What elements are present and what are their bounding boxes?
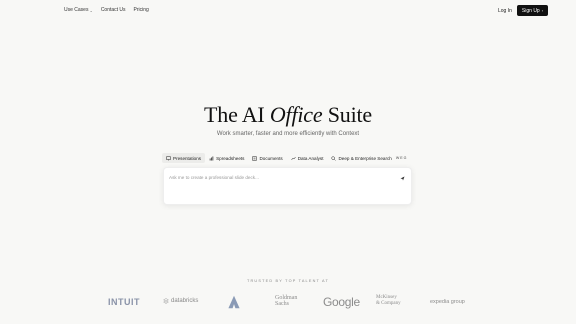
integration-badge: G (403, 156, 407, 160)
nav-links: Use Cases ⌄ Contact Us Pricing (64, 7, 149, 13)
tab-label: Documents (259, 155, 283, 161)
databricks-mark-icon (163, 298, 169, 304)
document-icon (252, 155, 257, 161)
nav-link-contact-us[interactable]: Contact Us (101, 7, 126, 13)
mckinsey-logo: McKinsey & Company (376, 295, 401, 307)
atlassian-mark-icon (228, 295, 240, 309)
nav-link-label: Use Cases (64, 7, 89, 13)
logo-strip: INTUIT databricks Goldman Sachs Google M… (100, 292, 476, 314)
databricks-logo: databricks (163, 298, 198, 304)
tab-presentations[interactable]: Presentations (162, 153, 206, 163)
tab-label: Presentations (173, 155, 202, 161)
hero-title-post: Suite (327, 102, 372, 127)
tab-data-analyst[interactable]: Data Analyst (287, 153, 328, 163)
presentation-icon (166, 156, 171, 161)
signup-button[interactable]: Sign Up › (517, 5, 548, 16)
tab-label: Spreadsheets (216, 155, 245, 161)
integration-badges: W E G (396, 156, 407, 160)
arrow-right-icon: › (541, 8, 544, 13)
databricks-wordmark: databricks (171, 298, 199, 304)
tab-deep-enterprise-search[interactable]: Deep & Enterprise Search W E G (327, 153, 410, 163)
search-icon (331, 155, 337, 161)
tab-spreadsheets[interactable]: Spreadsheets (205, 153, 248, 163)
expedia-group-logo: expedia group (430, 299, 465, 305)
send-icon (400, 168, 405, 186)
mode-tabs: Presentations Spreadsheets Documents Dat… (162, 153, 414, 163)
hero-title-italic: Office (269, 102, 323, 127)
intuit-logo: INTUIT (108, 297, 140, 307)
spreadsheet-icon (209, 156, 214, 161)
send-button[interactable] (398, 173, 406, 181)
trusted-label: TRUSTED BY TOP TALENT AT (246, 279, 330, 283)
prompt-input[interactable] (169, 173, 389, 181)
login-link[interactable]: Log In (498, 8, 512, 14)
nav-link-pricing[interactable]: Pricing (134, 7, 149, 13)
prompt-box (163, 167, 412, 205)
tab-label: Deep & Enterprise Search (338, 155, 392, 161)
nav-link-use-cases[interactable]: Use Cases ⌄ (64, 7, 93, 13)
atlassian-logo (227, 295, 241, 309)
goldman-sachs-logo: Goldman Sachs (275, 295, 297, 307)
integration-badge: W (395, 156, 400, 160)
hero-title-pre: The AI (204, 102, 265, 127)
top-nav: Use Cases ⌄ Contact Us Pricing Log In Si… (0, 0, 576, 22)
integration-badge: E (400, 156, 403, 160)
mckinsey-line2: & Company (376, 301, 401, 306)
tab-documents[interactable]: Documents (248, 153, 286, 163)
google-logo: Google (323, 295, 360, 309)
goldman-line2: Sachs (275, 301, 289, 307)
nav-link-label: Contact Us (100, 7, 126, 13)
signup-label: Sign Up (521, 7, 540, 14)
tab-label: Data Analyst (297, 155, 324, 161)
chevron-down-icon: ⌄ (89, 7, 93, 13)
hero-title: The AI Office Suite (0, 102, 576, 128)
nav-link-label: Pricing (133, 7, 149, 13)
data-analyst-icon (290, 156, 296, 161)
hero-subtitle: Work smarter, faster and more efficientl… (216, 131, 360, 137)
